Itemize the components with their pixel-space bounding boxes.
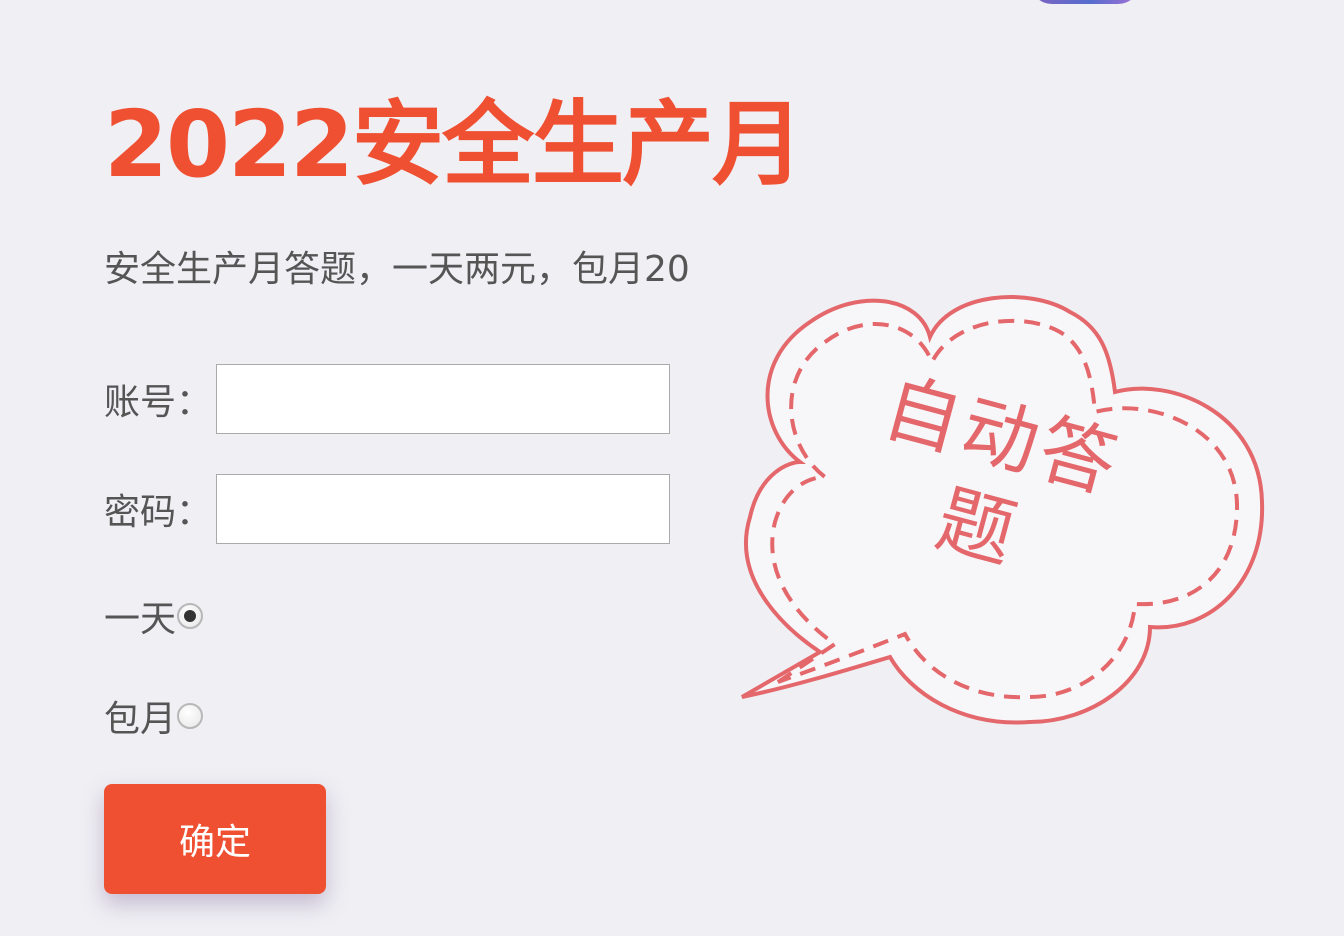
account-input[interactable] <box>216 364 670 434</box>
password-row: 密码： <box>104 474 670 544</box>
confirm-button[interactable]: 确定 <box>104 784 326 894</box>
account-row: 账号： <box>104 364 670 434</box>
password-input[interactable] <box>216 474 670 544</box>
plan-option-day: 一天 <box>104 590 204 642</box>
page-title: 2022安全生产月 <box>104 91 804 198</box>
plan-day-radio[interactable] <box>177 603 204 629</box>
plan-option-month: 包月 <box>104 690 204 742</box>
plan-month-radio[interactable] <box>177 703 204 729</box>
decorative-shape <box>1030 0 1140 4</box>
plan-day-label: 一天 <box>104 599 177 640</box>
page-subtitle: 安全生产月答题，一天两元，包月20 <box>104 249 690 290</box>
password-label: 密码： <box>104 492 213 533</box>
plan-month-label: 包月 <box>104 699 177 740</box>
account-label: 账号： <box>104 382 213 423</box>
